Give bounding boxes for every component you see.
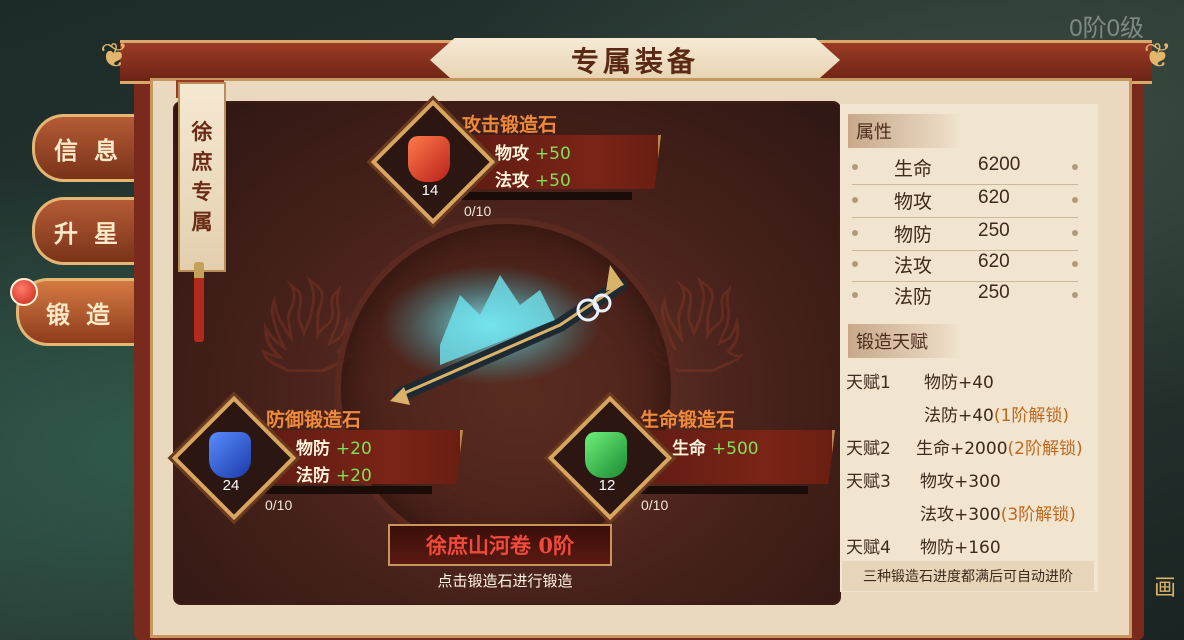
- page-title: 专属装备: [570, 45, 699, 78]
- talent-text: 法攻+300: [920, 505, 1001, 525]
- talent-3-line-2: 法攻+300(3阶解锁): [920, 500, 1076, 525]
- attr-row: 法防 250: [852, 280, 1078, 312]
- attr-row: 生命 6200: [852, 152, 1078, 185]
- defense-progress-bar: [262, 486, 432, 494]
- attr-value: 250: [978, 282, 1010, 303]
- stat-bonus: +500: [711, 439, 759, 459]
- talent-2-line-1: 生命+2000(2阶解锁): [916, 434, 1083, 459]
- scroll-weapon-icon: [380, 265, 627, 405]
- attack-progress-text: 0/10: [464, 203, 492, 219]
- talent-1-line-2: 法防+40(1阶解锁): [924, 401, 1069, 426]
- defense-stone-title: 防御锻造石: [266, 409, 362, 431]
- life-progress-text: 0/10: [641, 497, 669, 513]
- banner-char: 专: [191, 179, 213, 204]
- corner-ornament-icon: ❦: [1143, 36, 1173, 76]
- defense-stat-2: 法防 +20: [296, 461, 372, 486]
- stat-name: 法防: [296, 466, 330, 486]
- attr-name: 生命: [894, 158, 933, 180]
- stat-name: 生命: [672, 439, 706, 459]
- attr-value: 250: [978, 220, 1010, 241]
- forge-talents-header: 锻造天赋: [848, 324, 962, 358]
- defense-stat-1: 物防 +20: [296, 434, 372, 459]
- attr-value: 620: [978, 187, 1010, 208]
- attr-name: 物防: [894, 224, 933, 246]
- attack-stone-title: 攻击锻造石: [462, 114, 558, 136]
- exclusive-banner: 徐 庶 专 属: [178, 82, 226, 272]
- talent-1-line-1: 物防+40: [924, 373, 994, 393]
- stat-bonus: +50: [534, 171, 571, 191]
- forge-hint: 点击锻造石进行锻造: [437, 572, 573, 590]
- notification-dot-icon: [10, 278, 38, 306]
- stat-bonus: +50: [534, 144, 571, 164]
- talent-text: 生命+2000: [916, 439, 1008, 459]
- attr-value: 620: [978, 251, 1010, 272]
- equipment-name: 徐庶山河卷 0阶: [426, 533, 574, 558]
- banner-char: 徐: [191, 119, 213, 144]
- green-gem-icon: [585, 432, 627, 478]
- unlock-note: (1阶解锁): [993, 406, 1069, 426]
- life-stone-count: 12: [598, 477, 616, 494]
- stat-name: 物防: [296, 439, 330, 459]
- stat-bonus: +20: [335, 466, 372, 486]
- corner-ornament-icon: ❦: [100, 36, 129, 76]
- stat-name: 法攻: [495, 171, 529, 191]
- stat-bonus: +20: [335, 439, 372, 459]
- attack-stat-2: 法攻 +50: [495, 166, 571, 191]
- stat-name: 物攻: [495, 144, 529, 164]
- talent-1-label: 天赋1: [846, 373, 891, 393]
- banner-char: 庶: [191, 149, 213, 174]
- attack-stone-count: 14: [421, 182, 439, 199]
- unlock-note: (3阶解锁): [1000, 505, 1076, 525]
- defense-progress-text: 0/10: [265, 497, 293, 513]
- attr-row: 物攻 620: [852, 185, 1078, 218]
- talent-2-label: 天赋2: [846, 439, 891, 459]
- attributes-header: 属性: [848, 114, 962, 148]
- banner-char: 属: [191, 209, 213, 234]
- title-bar: ❦ ❦ 专属装备: [100, 36, 1173, 84]
- talent-4-label: 天赋4: [846, 538, 891, 558]
- talent-text: 法防+40: [924, 406, 994, 426]
- attack-stat-1: 物攻 +50: [495, 139, 571, 164]
- attack-progress-bar: [462, 192, 632, 200]
- advance-note: 三种锻造石进度都满后可自动进阶: [842, 561, 1094, 591]
- attr-name: 法攻: [894, 255, 933, 277]
- life-stat-1: 生命 +500: [672, 434, 759, 459]
- talent-4-line-1: 物防+160: [920, 538, 1001, 558]
- defense-stone-count: 24: [222, 477, 240, 494]
- attr-name: 物攻: [894, 191, 933, 213]
- life-progress-bar: [638, 486, 808, 494]
- blue-gem-icon: [209, 432, 251, 478]
- attr-row: 物防 250: [852, 218, 1078, 251]
- attr-row: 法攻 620: [852, 249, 1078, 282]
- life-stone-title: 生命锻造石: [640, 409, 736, 431]
- talent-3-line-1: 物攻+300: [920, 472, 1001, 492]
- tassel-icon: [194, 262, 204, 342]
- talent-3-label: 天赋3: [846, 472, 891, 492]
- side-fragment-text: 画: [1153, 576, 1176, 601]
- attr-name: 法防: [894, 286, 933, 308]
- attr-value: 6200: [978, 154, 1021, 175]
- equipment-name-plate: 徐庶山河卷 0阶: [388, 524, 612, 566]
- title-plate: 专属装备: [430, 38, 840, 82]
- red-gem-icon: [408, 136, 450, 182]
- unlock-note: (2阶解锁): [1007, 439, 1083, 459]
